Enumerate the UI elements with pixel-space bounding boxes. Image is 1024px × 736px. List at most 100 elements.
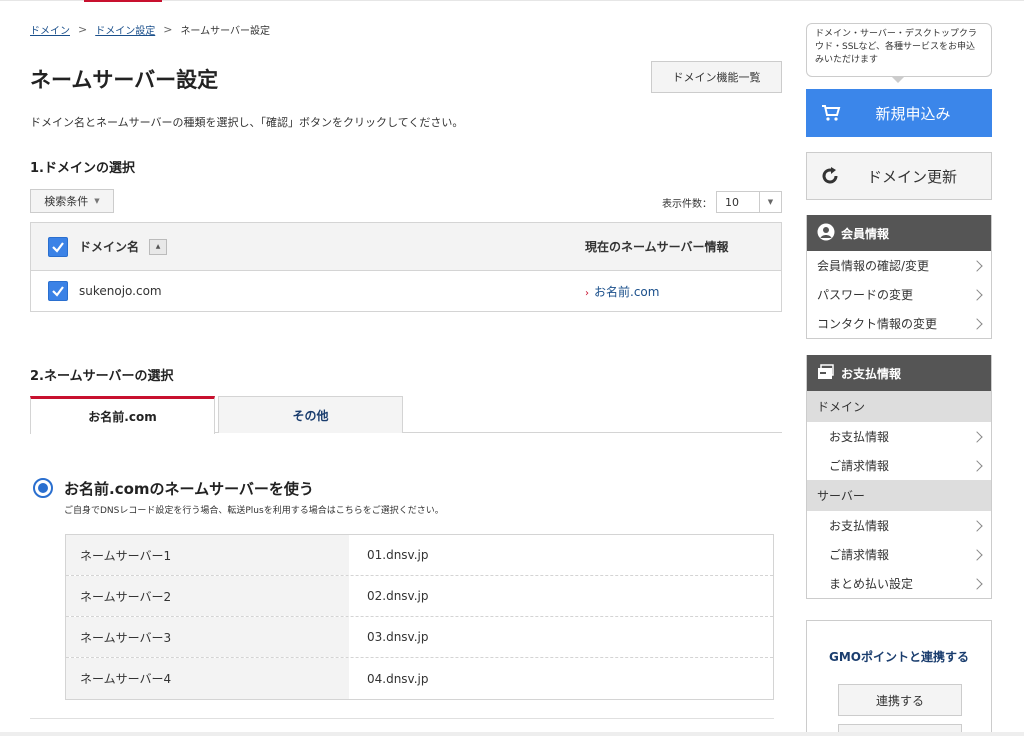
payment-group-domain: ドメイン (807, 391, 991, 422)
page-size-control: 表示件数： 10 ▼ (662, 191, 782, 213)
member-panel: 会員情報 会員情報の確認/変更 パスワードの変更 コンタクト情報の変更 (806, 215, 992, 339)
breadcrumb-separator: > (163, 23, 173, 36)
services-tooltip: ドメイン・サーバー・デスクトップクラウド・SSLなど、各種サービスをお申込みいた… (806, 23, 992, 83)
page-lead: ドメイン名とネームサーバーの種類を選択し、「確認」ボタンをクリックしてください。 (30, 116, 464, 129)
user-icon (817, 223, 835, 244)
domain-name-cell: sukenojo.com (79, 284, 162, 298)
sidebar-item-server-payment[interactable]: お支払情報 (807, 511, 991, 540)
main-content: ドメイン > ドメイン設定 > ネームサーバー設定 ネームサーバー設定 ドメイン… (30, 0, 782, 736)
sidebar-item-label: ご請求情報 (829, 548, 890, 562)
onamae-ns-note: ご自身でDNSレコード設定を行う場合、転送Plusを利用する場合はこちらをご選択… (64, 506, 444, 516)
divider (30, 718, 774, 719)
sidebar: ドメイン・サーバー・デスクトップクラウド・SSLなど、各種サービスをお申込みいた… (806, 0, 992, 736)
chevron-right-icon (971, 288, 983, 301)
payment-panel-header: お支払情報 (807, 355, 991, 391)
payment-group-server: サーバー (807, 480, 991, 511)
gmo-link-button[interactable]: 連携する (838, 684, 962, 716)
payment-panel: お支払情報 ドメイン お支払情報 ご請求情報 サーバー お支払情報 ご請求情報 … (806, 355, 992, 599)
page-size-select[interactable]: 10 ▼ (716, 191, 782, 213)
domain-table: ドメイン名 ▲ 現在のネームサーバー情報 sukenojo.com › お名前.c… (30, 222, 782, 312)
check-icon (52, 241, 64, 253)
sort-icon[interactable]: ▲ (149, 238, 168, 255)
sidebar-item-password[interactable]: パスワードの変更 (807, 280, 991, 309)
chevron-right-icon (971, 430, 983, 443)
new-application-button[interactable]: 新規申込み (806, 89, 992, 137)
ns-label: ネームサーバー3 (66, 617, 349, 657)
ns-column-header: 現在のネームサーバー情報 (585, 240, 729, 254)
breadcrumb-domain-link[interactable]: ドメイン (30, 22, 70, 37)
domain-table-header: ドメイン名 ▲ 現在のネームサーバー情報 (31, 223, 781, 271)
check-icon (52, 286, 64, 297)
ns-label: ネームサーバー4 (66, 658, 349, 699)
gmo-point-title[interactable]: GMOポイントと連携する (807, 648, 991, 665)
wallet-icon (817, 363, 835, 384)
domain-renew-button[interactable]: ドメイン更新 (806, 152, 992, 200)
current-ns-value: お名前.com (594, 284, 660, 299)
nameserver-table: ネームサーバー1 01.dnsv.jp ネームサーバー2 02.dnsv.jp … (65, 534, 774, 700)
table-row: ネームサーバー1 01.dnsv.jp (66, 535, 773, 576)
horizontal-scrollbar[interactable] (0, 732, 1024, 736)
member-panel-title: 会員情報 (841, 226, 890, 241)
ns-label: ネームサーバー1 (66, 535, 349, 575)
sidebar-item-label: 会員情報の確認/変更 (817, 259, 930, 273)
radio-selected-dot (38, 483, 48, 493)
sidebar-item-label: パスワードの変更 (817, 288, 914, 302)
ns-value: 01.dnsv.jp (367, 548, 429, 562)
chevron-right-icon (971, 317, 983, 330)
payment-panel-title: お支払情報 (841, 366, 902, 381)
domain-functions-button[interactable]: ドメイン機能一覧 (651, 61, 782, 93)
gmo-point-panel: GMOポイントと連携する 連携する (806, 620, 992, 736)
ns-value: 03.dnsv.jp (367, 630, 429, 644)
ns-value: 02.dnsv.jp (367, 589, 429, 603)
caret-down-icon: ▼ (94, 197, 100, 205)
sidebar-item-member-info[interactable]: 会員情報の確認/変更 (807, 251, 991, 280)
table-row: ネームサーバー2 02.dnsv.jp (66, 576, 773, 617)
chevron-right-icon (971, 459, 983, 472)
sidebar-item-label: ご請求情報 (829, 459, 890, 473)
sidebar-item-label: お支払情報 (829, 430, 890, 444)
table-row: sukenojo.com › お名前.com (31, 271, 781, 311)
domain-column-label: ドメイン名 (79, 240, 140, 254)
onamae-ns-radio[interactable] (33, 478, 53, 498)
new-application-label: 新規申込み (875, 104, 951, 123)
cart-icon (806, 104, 856, 122)
breadcrumb-separator: > (78, 23, 88, 36)
ns-value: 04.dnsv.jp (367, 671, 429, 686)
search-conditions-label: 検索条件 (44, 195, 89, 208)
member-panel-header: 会員情報 (807, 215, 991, 251)
sidebar-item-label: まとめ払い設定 (829, 577, 914, 591)
chevron-right-icon (971, 519, 983, 532)
sidebar-item-label: コンタクト情報の変更 (817, 317, 938, 331)
chevron-right-icon (971, 259, 983, 272)
ns-label: ネームサーバー2 (66, 576, 349, 616)
chevron-right-icon (971, 548, 983, 561)
domain-column-header: ドメイン名 ▲ (79, 238, 168, 255)
sidebar-item-label: お支払情報 (829, 519, 890, 533)
sidebar-item-domain-payment[interactable]: お支払情報 (807, 422, 991, 451)
domain-renew-label: ドメイン更新 (866, 167, 957, 186)
table-row: ネームサーバー3 03.dnsv.jp (66, 617, 773, 658)
domain-row-checkbox[interactable] (48, 281, 68, 301)
section-domain-title: 1.ドメインの選択 (30, 161, 135, 176)
sidebar-item-server-billing[interactable]: ご請求情報 (807, 540, 991, 569)
tab-onamae[interactable]: お名前.com (30, 396, 215, 434)
sidebar-item-bulk-payment[interactable]: まとめ払い設定 (807, 569, 991, 598)
refresh-icon (807, 166, 853, 186)
page-title: ネームサーバー設定 (30, 68, 219, 92)
current-ns-link[interactable]: › お名前.com (585, 283, 659, 300)
chevron-right-icon: › (585, 287, 589, 299)
sidebar-item-domain-billing[interactable]: ご請求情報 (807, 451, 991, 480)
breadcrumb: ドメイン > ドメイン設定 > ネームサーバー設定 (30, 22, 270, 37)
section-ns-title: 2.ネームサーバーの選択 (30, 369, 174, 384)
tab-other[interactable]: その他 (218, 396, 403, 433)
caret-down-icon: ▼ (759, 192, 781, 212)
page-size-label: 表示件数： (662, 198, 712, 210)
sidebar-item-contact[interactable]: コンタクト情報の変更 (807, 309, 991, 338)
ns-tabs: お名前.com その他 (30, 396, 782, 434)
select-all-checkbox[interactable] (48, 236, 68, 257)
search-conditions-button[interactable]: 検索条件 ▼ (30, 189, 114, 213)
chevron-right-icon (971, 577, 983, 590)
page-size-value: 10 (725, 195, 739, 209)
breadcrumb-domain-settings-link[interactable]: ドメイン設定 (95, 22, 155, 37)
onamae-ns-radio-label[interactable]: お名前.comのネームサーバーを使う (64, 478, 314, 499)
